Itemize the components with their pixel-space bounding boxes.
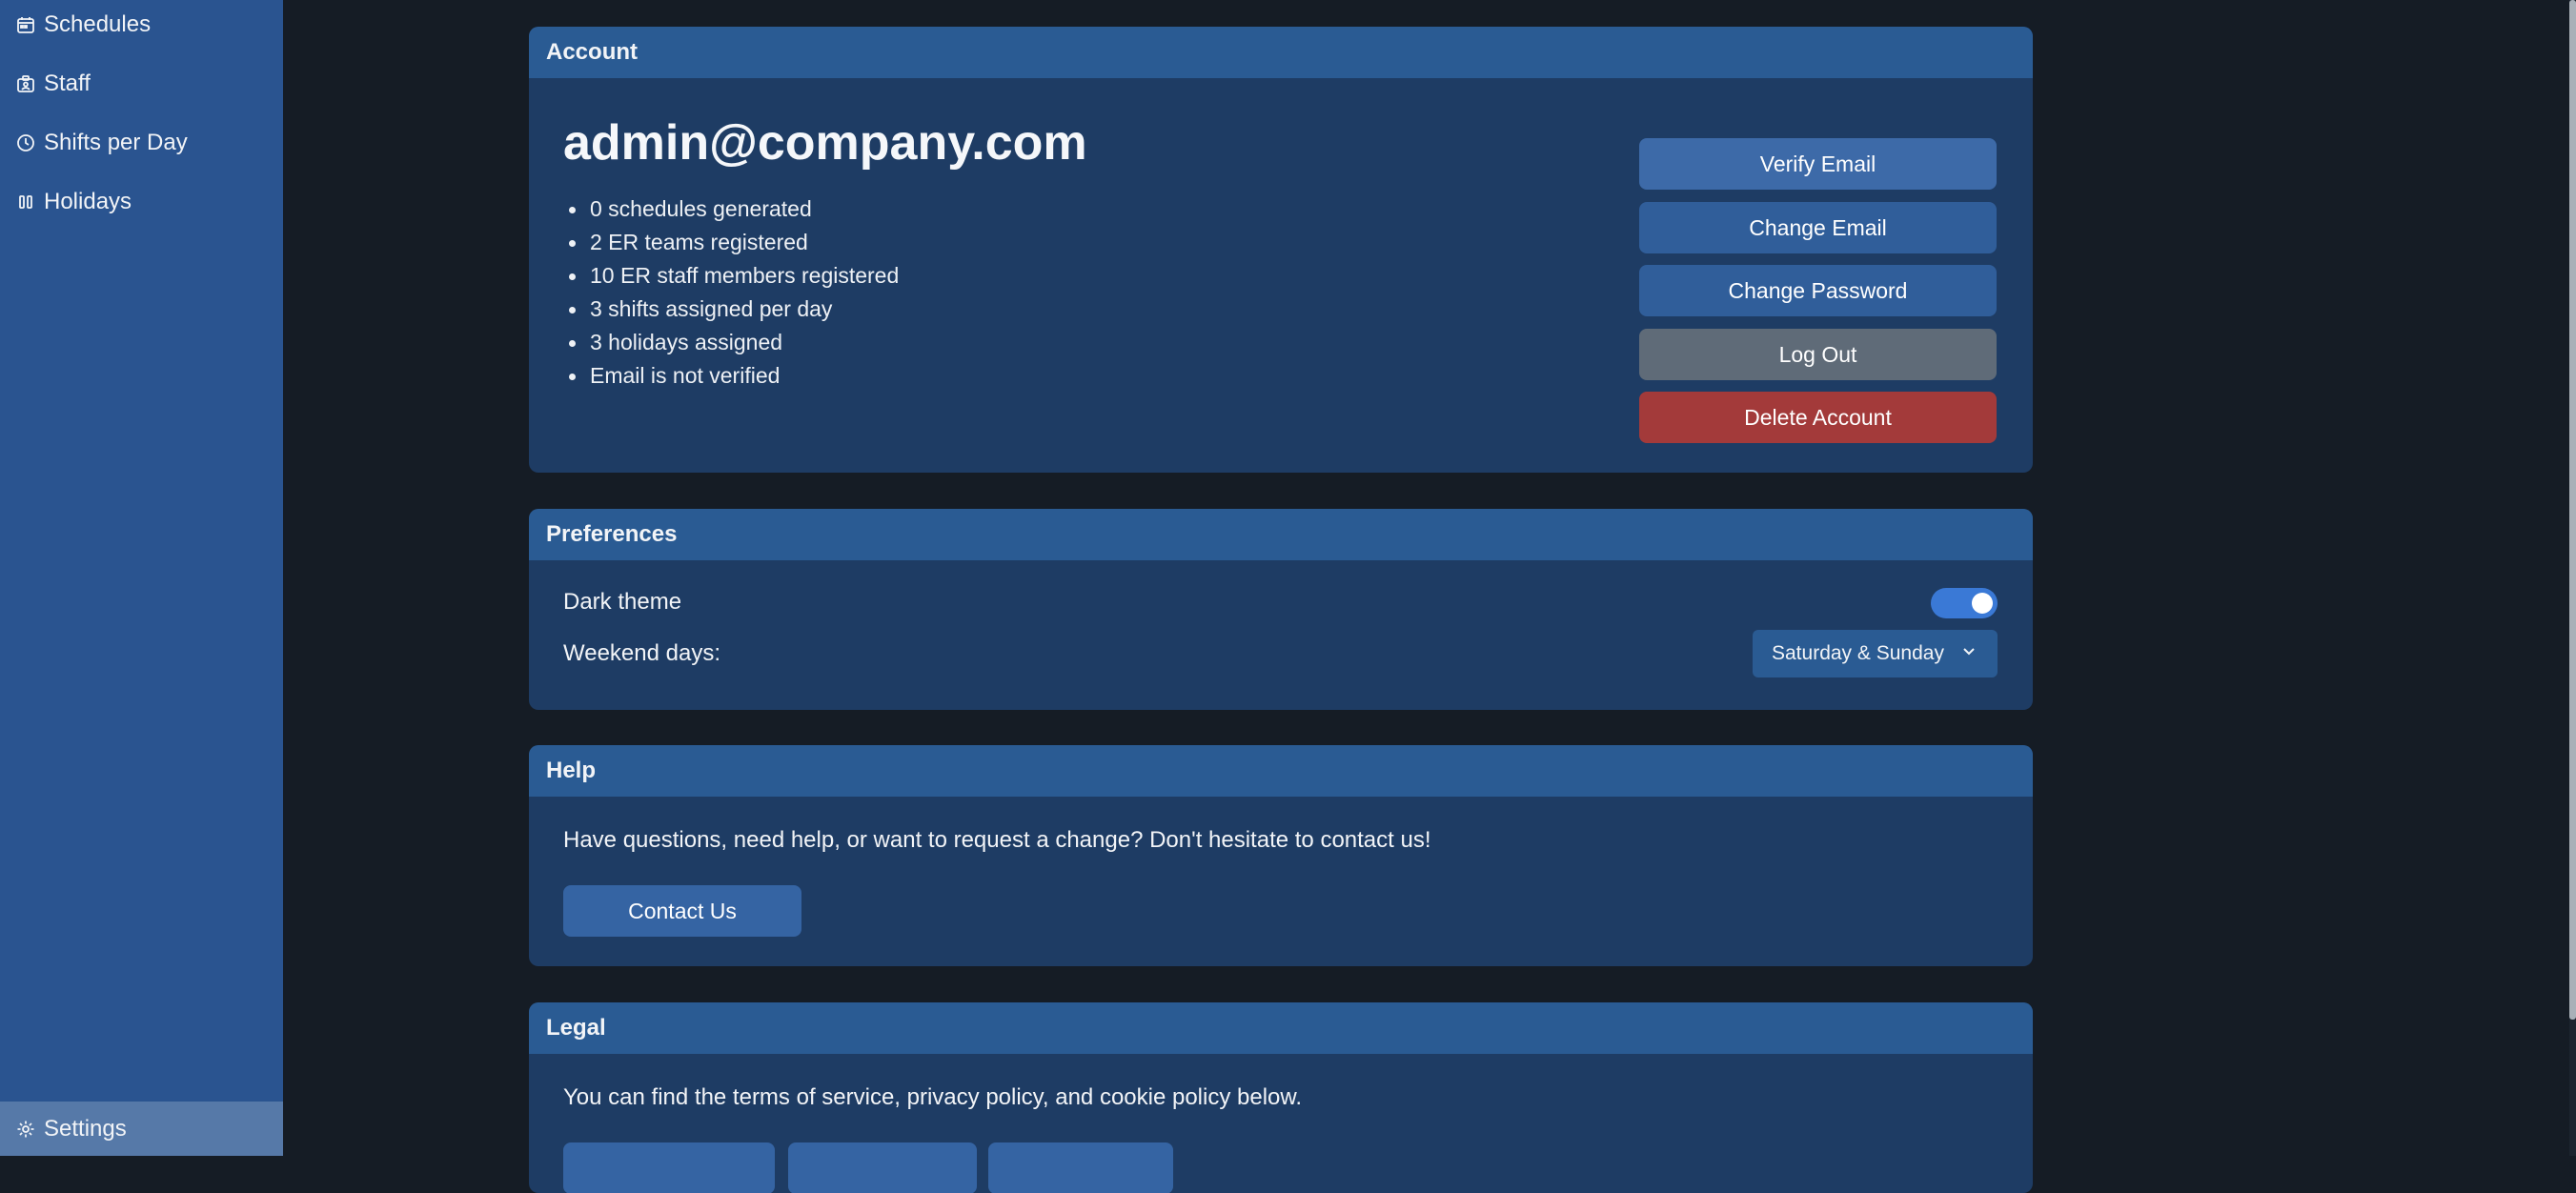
legal-text: You can find the terms of service, priva…: [563, 1084, 1303, 1110]
change-password-button[interactable]: Change Password: [1639, 265, 1997, 316]
cookie-policy-button[interactable]: [988, 1142, 1173, 1193]
sidebar-item-label: Settings: [44, 1115, 127, 1142]
account-email: admin@company.com: [563, 115, 1087, 171]
sidebar-item-label: Schedules: [44, 11, 152, 37]
id-badge-icon: [15, 73, 36, 94]
help-card-header: Help: [529, 745, 2033, 797]
legal-card: Legal You can find the terms of service,…: [529, 1002, 2033, 1193]
account-stats-list: 0 schedules generated 2 ER teams registe…: [568, 192, 899, 393]
log-out-button[interactable]: Log Out: [1639, 329, 1997, 380]
contact-us-button[interactable]: Contact Us: [563, 885, 801, 937]
delete-account-button[interactable]: Delete Account: [1639, 392, 1997, 443]
verify-email-button[interactable]: Verify Email: [1639, 138, 1997, 190]
sidebar-item-shifts-per-day[interactable]: Shifts per Day: [0, 114, 283, 172]
sidebar-item-schedules[interactable]: Schedules: [0, 0, 283, 53]
sidebar: Schedules Staff Shifts per Day Holidays …: [0, 0, 283, 1156]
sidebar-item-holidays[interactable]: Holidays: [0, 173, 283, 231]
help-card: Help Have questions, need help, or want …: [529, 745, 2033, 966]
privacy-policy-button[interactable]: [788, 1142, 977, 1193]
calendar-icon: [15, 14, 36, 35]
chevron-down-icon: [1963, 648, 1975, 656]
preferences-card-header: Preferences: [529, 509, 2033, 560]
gear-icon: [15, 1119, 36, 1140]
legal-card-header: Legal: [529, 1002, 2033, 1054]
clock-icon: [15, 132, 36, 153]
sidebar-item-staff[interactable]: Staff: [0, 55, 283, 112]
list-item: 3 holidays assigned: [568, 326, 899, 359]
terms-of-service-button[interactable]: [563, 1142, 775, 1193]
sidebar-item-label: Holidays: [44, 189, 132, 214]
account-card-header: Account: [529, 27, 2033, 78]
sidebar-item-settings[interactable]: Settings: [0, 1102, 283, 1156]
list-item: 3 shifts assigned per day: [568, 293, 899, 326]
weekend-days-label: Weekend days:: [563, 640, 720, 666]
toggle-knob: [1972, 593, 1993, 614]
pause-icon: [15, 192, 36, 212]
list-item: 10 ER staff members registered: [568, 259, 899, 293]
sidebar-item-label: Shifts per Day: [44, 130, 188, 155]
help-text: Have questions, need help, or want to re…: [563, 827, 1431, 853]
sidebar-item-label: Staff: [44, 71, 91, 96]
dark-theme-toggle[interactable]: [1931, 588, 1998, 618]
list-item: Email is not verified: [568, 359, 899, 393]
list-item: 0 schedules generated: [568, 192, 899, 226]
preferences-card: Preferences Dark theme Weekend days: Sat…: [529, 509, 2033, 710]
weekend-days-select[interactable]: Saturday & Sunday: [1753, 630, 1998, 677]
page-scrollbar[interactable]: [2569, 0, 2576, 1156]
dark-theme-label: Dark theme: [563, 589, 682, 615]
account-card: Account admin@company.com 0 schedules ge…: [529, 27, 2033, 473]
list-item: 2 ER teams registered: [568, 226, 899, 259]
change-email-button[interactable]: Change Email: [1639, 202, 1997, 253]
scrollbar-thumb[interactable]: [2569, 0, 2576, 1020]
weekend-days-value: Saturday & Sunday: [1772, 642, 1944, 664]
